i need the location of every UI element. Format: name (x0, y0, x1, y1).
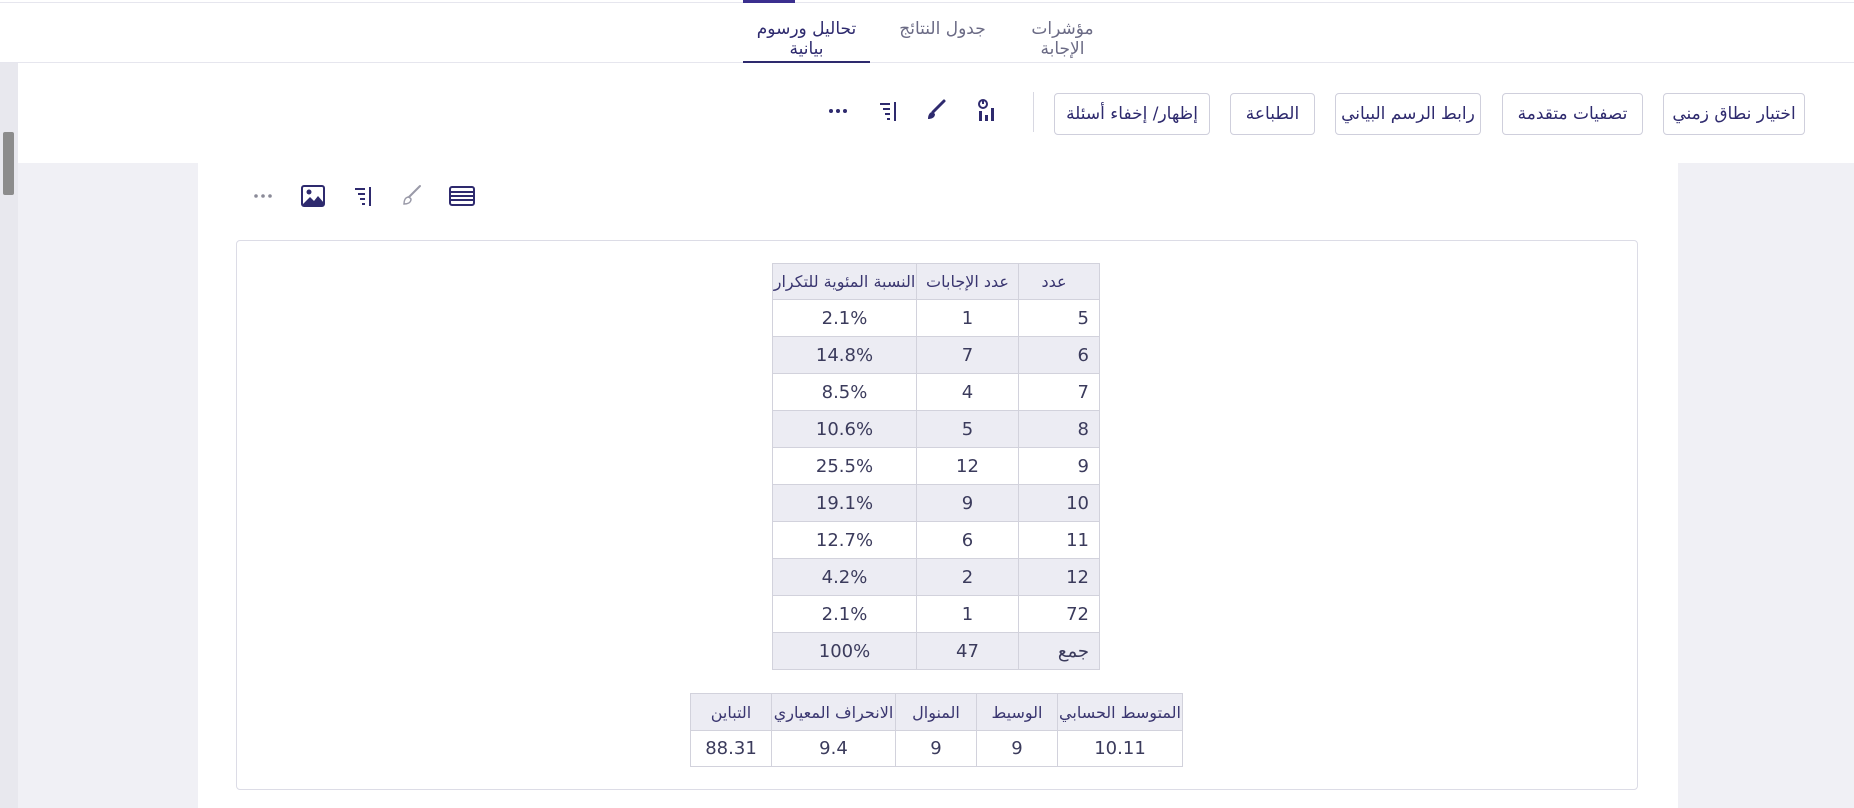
cell-number: 11 (1018, 521, 1100, 559)
header-variance: التباين (690, 693, 772, 731)
table-row: 10.6% 5 8 (772, 410, 1100, 448)
cell-count: 9 (916, 484, 1019, 522)
show-hide-questions-button[interactable]: إظهار/ إخفاء أسئلة (1054, 93, 1210, 135)
cell-number: 6 (1018, 336, 1100, 374)
image-icon[interactable] (299, 182, 327, 210)
cell-mean: 10.11 (1057, 730, 1183, 767)
chart-link-button[interactable]: رابط الرسم البياني (1335, 93, 1481, 135)
header-percent: النسبة المئوية للتكرار (772, 263, 917, 300)
cell-count: 12 (916, 447, 1019, 485)
advanced-filters-button[interactable]: تصفيات متقدمة (1502, 93, 1643, 135)
cell-percent: 4.2% (772, 558, 917, 596)
chart-settings-icon[interactable] (974, 97, 1002, 125)
cell-percent: 2.1% (772, 595, 917, 633)
cell-std: 9.4 (771, 730, 896, 767)
cell-count: 1 (916, 299, 1019, 337)
table-view-icon[interactable] (448, 182, 476, 210)
table-row: 88.31 9.4 9 9 10.11 (690, 730, 1183, 767)
table-row: 2.1% 1 5 (772, 299, 1100, 337)
header-mean: المتوسط الحسابي (1057, 693, 1183, 731)
cell-count: 7 (916, 336, 1019, 374)
brush-icon[interactable] (399, 182, 427, 210)
brush-icon[interactable] (923, 97, 951, 125)
cell-count: 5 (916, 410, 1019, 448)
statistics-table: التباين الانحراف المعياري المنوال الوسيط… (690, 693, 1183, 767)
print-button[interactable]: الطباعة (1230, 93, 1315, 135)
cell-count: 2 (916, 558, 1019, 596)
cell-number: 12 (1018, 558, 1100, 596)
table-row: 2.1% 1 72 (772, 595, 1100, 633)
header-number: عدد (1018, 263, 1100, 300)
cell-number: 72 (1018, 595, 1100, 633)
header-median: الوسيط (976, 693, 1058, 731)
table-row: 8.5% 4 7 (772, 373, 1100, 411)
header-std: الانحراف المعياري (771, 693, 896, 731)
tabs-bar: تحاليل ورسوم بيانية جدول النتائج مؤشرات … (0, 3, 1854, 63)
header-count: عدد الإجابات (916, 263, 1019, 300)
cell-percent: 14.8% (772, 336, 917, 374)
cell-percent: 8.5% (772, 373, 917, 411)
toolbar-divider (1033, 92, 1034, 132)
cell-number: جمع (1018, 632, 1100, 670)
more-icon[interactable] (249, 182, 277, 210)
cell-percent: 19.1% (772, 484, 917, 522)
cell-number: 10 (1018, 484, 1100, 522)
cell-count: 6 (916, 521, 1019, 559)
cell-number: 5 (1018, 299, 1100, 337)
cell-number: 8 (1018, 410, 1100, 448)
cell-count: 1 (916, 595, 1019, 633)
header-mode: المنوال (895, 693, 977, 731)
cell-percent: 12.7% (772, 521, 917, 559)
tab-analysis[interactable]: تحاليل ورسوم بيانية (743, 19, 870, 63)
table-row: 25.5% 12 9 (772, 447, 1100, 485)
tab-results[interactable]: جدول النتائج (899, 19, 986, 63)
frequency-table: النسبة المئوية للتكرار عدد الإجابات عدد … (772, 263, 1100, 670)
scrollbar-thumb[interactable] (3, 132, 14, 195)
cell-percent: 100% (772, 632, 917, 670)
table-row: 19.1% 9 10 (772, 484, 1100, 522)
cell-count: 4 (916, 373, 1019, 411)
cell-percent: 25.5% (772, 447, 917, 485)
table-row-total: 100% 47 جمع (772, 632, 1100, 670)
cell-mode: 9 (895, 730, 977, 767)
sort-lines-icon[interactable] (875, 97, 903, 125)
sort-lines-icon[interactable] (350, 182, 378, 210)
cell-variance: 88.31 (690, 730, 772, 767)
cell-count: 47 (916, 632, 1019, 670)
table-row: 12.7% 6 11 (772, 521, 1100, 559)
cell-percent: 2.1% (772, 299, 917, 337)
more-icon[interactable] (824, 97, 852, 125)
cell-percent: 10.6% (772, 410, 917, 448)
tab-indicators[interactable]: مؤشرات الإجابة (1012, 19, 1113, 63)
table-row: 14.8% 7 6 (772, 336, 1100, 374)
cell-median: 9 (976, 730, 1058, 767)
cell-number: 9 (1018, 447, 1100, 485)
cell-number: 7 (1018, 373, 1100, 411)
time-range-button[interactable]: اختيار نطاق زمني (1663, 93, 1805, 135)
table-row: 4.2% 2 12 (772, 558, 1100, 596)
